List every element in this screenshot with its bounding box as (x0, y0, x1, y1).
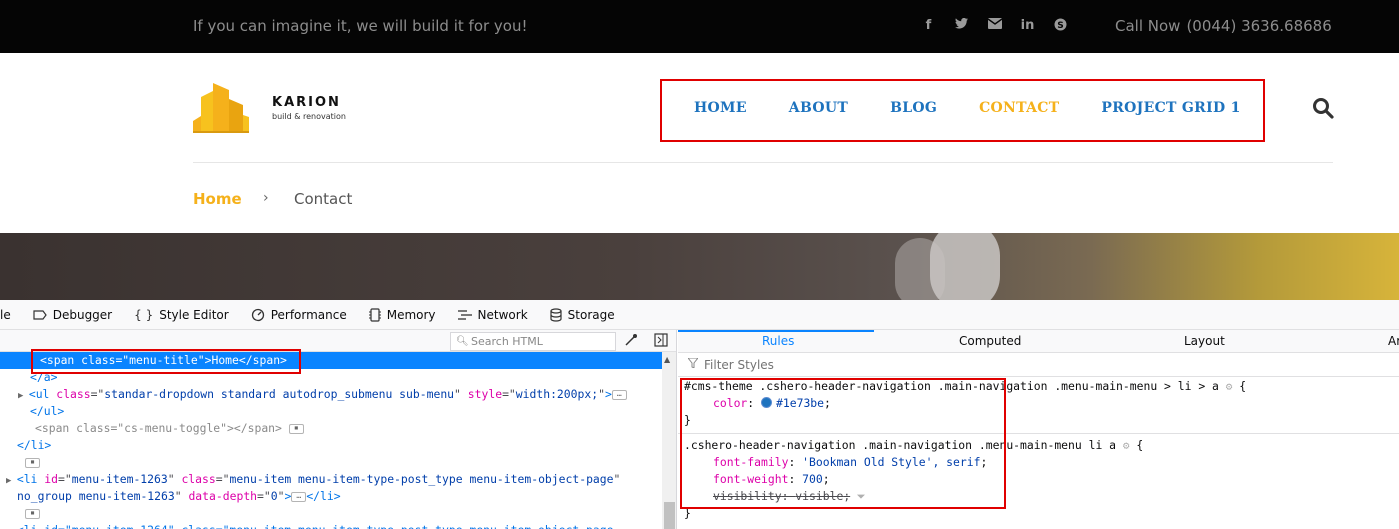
tab-layout[interactable]: Layout (1184, 334, 1225, 348)
tab-debugger[interactable]: Debugger (33, 308, 112, 322)
collapsed-children-icon[interactable]: … (291, 491, 307, 502)
event-badge-icon[interactable]: ▪ (25, 457, 40, 468)
social-links: f in S (912, 17, 1077, 38)
filter-styles-input[interactable]: Filter Styles (678, 354, 1399, 377)
tab-style-editor[interactable]: { } Style Editor (134, 308, 229, 322)
search-icon: 🔍︎ (456, 336, 469, 347)
rule-gear-icon[interactable]: ⚙ (1226, 380, 1233, 393)
breadcrumb-home[interactable]: Home (193, 190, 242, 208)
tab-animations-partial[interactable]: Ar (1388, 334, 1399, 348)
markup-scrollbar[interactable]: ▲ (662, 352, 676, 529)
markup-node[interactable]: <span class="cs-menu-toggle"></span> ▪ (0, 420, 662, 437)
page-banner-image (0, 233, 1399, 300)
facebook-icon[interactable]: f (912, 18, 945, 38)
tab-computed[interactable]: Computed (959, 334, 1021, 348)
top-bar: If you can imagine it, we will build it … (0, 0, 1399, 53)
site-header: KARION build & renovation HOME ABOUT BLO… (0, 53, 1399, 233)
twitter-icon[interactable] (945, 17, 978, 38)
selected-node-highlight-box (31, 349, 301, 374)
debugger-icon (33, 309, 47, 320)
collapsed-children-icon[interactable]: … (611, 389, 627, 400)
email-icon[interactable] (978, 18, 1011, 38)
search-html-input[interactable]: 🔍︎ Search HTML (450, 332, 616, 351)
tab-network[interactable]: Network (457, 308, 528, 322)
brand-name[interactable]: KARION (272, 95, 341, 110)
filter-icon (686, 354, 700, 377)
eyedropper-icon[interactable] (624, 333, 638, 350)
skype-icon[interactable]: S (1044, 18, 1077, 38)
memory-icon (368, 307, 381, 322)
tab-storage[interactable]: Storage (550, 308, 615, 322)
markup-node[interactable]: </ul> (0, 403, 662, 420)
performance-icon (251, 308, 264, 321)
phone-number[interactable]: (0044) 3636.68686 (1186, 17, 1331, 35)
header-divider (193, 162, 1333, 163)
call-label: Call Now (1115, 17, 1181, 35)
tagline: If you can imagine it, we will build it … (193, 17, 528, 35)
markup-node[interactable]: ▶ <li id="menu-item-1263" class="menu-it… (0, 471, 662, 488)
devtools-tab-bar: le Debugger { } Style Editor Performance… (0, 300, 1399, 330)
expand-toggle-icon[interactable]: ▶ (18, 391, 29, 401)
call-now: Call Now (0044) 3636.68686 (1115, 17, 1332, 35)
toggle-sidebar-icon[interactable] (654, 333, 668, 350)
markup-node[interactable]: ▶ <ul class="standar-dropdown standard a… (0, 386, 662, 403)
nav-highlight-box (660, 79, 1265, 142)
search-icon[interactable] (1312, 97, 1334, 119)
tab-rules[interactable]: Rules (762, 334, 794, 348)
tab-memory[interactable]: Memory (368, 307, 436, 322)
markup-node[interactable]: ▪ (0, 454, 662, 471)
linkedin-icon[interactable]: in (1011, 18, 1044, 38)
breadcrumb-separator: › (263, 190, 269, 206)
brand-subtitle: build & renovation (272, 112, 346, 121)
network-icon (457, 309, 472, 320)
tab-performance[interactable]: Performance (251, 308, 347, 322)
markup-node[interactable]: no_group menu-item-1263" data-depth="0">… (0, 488, 662, 505)
buildings-logo-icon[interactable] (193, 83, 249, 133)
markup-node[interactable]: ▶ <li id="menu-item-1264" class="menu-it… (0, 522, 662, 529)
rules-highlight-box (680, 378, 1006, 509)
event-badge-icon[interactable]: ▪ (288, 423, 304, 434)
expand-toggle-icon[interactable]: ▶ (6, 476, 17, 486)
markup-node[interactable]: ▪ (0, 505, 662, 522)
svg-text:S: S (1057, 21, 1063, 31)
storage-icon (550, 307, 562, 322)
sidebar-tab-bar: Rules Computed Layout Ar (678, 330, 1399, 353)
rule-gear-icon[interactable]: ⚙ (1123, 439, 1130, 452)
breadcrumb-current: Contact (294, 190, 353, 208)
event-badge-icon[interactable]: ▪ (25, 508, 40, 519)
style-editor-icon: { } (134, 307, 154, 322)
tab-inspector-partial[interactable]: le (0, 308, 11, 322)
html-tree: <span class="menu-title">Home</span> </a>… (0, 352, 662, 529)
markup-node[interactable]: </li> (0, 437, 662, 454)
